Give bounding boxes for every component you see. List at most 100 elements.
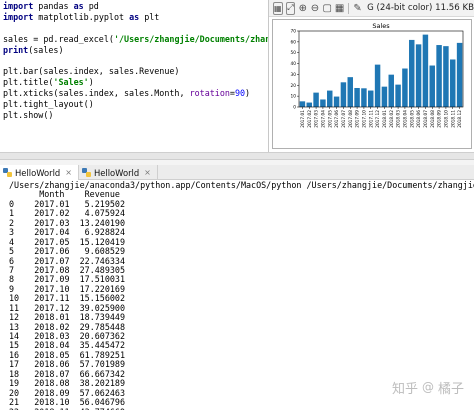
- bar-2018.07: [422, 34, 429, 107]
- watermark-author: 橘子: [437, 381, 464, 397]
- bar-2017.02: [306, 102, 312, 107]
- code-token: as: [129, 11, 140, 22]
- bar-2018.09: [436, 45, 442, 107]
- x-tick-label: 2018.12: [457, 110, 463, 128]
- bar-2018.03: [395, 84, 401, 107]
- code-token: import: [3, 11, 34, 22]
- checkerboard-icon[interactable]: ▦: [273, 1, 283, 15]
- bar-2018.11: [450, 59, 456, 107]
- tab-helloworld-1[interactable]: HelloWorld ×: [0, 165, 79, 180]
- row-gap: [70, 407, 80, 410]
- x-tick-label: 2017.03: [314, 110, 320, 128]
- viewer-toolbar: ▦ ⤢ ⊕ ⊖ ▢ ▦ ✎ G (24-bit color) 11.56 KB: [269, 0, 474, 17]
- chart-canvas: Sales 0 10 20 30 40 50 60 70 2017.01 2017.02 2017.0…: [272, 19, 472, 149]
- grid-icon[interactable]: ▦: [335, 2, 344, 15]
- fit-window-icon[interactable]: ⤢: [285, 1, 296, 15]
- y-tick-label: 30: [291, 72, 297, 78]
- code-line: plt.title('Sales'): [3, 77, 268, 88]
- x-tick-label: 2017.09: [355, 110, 361, 128]
- code-line: sales = pd.read_excel('/Users/zhangjie/D…: [3, 34, 268, 45]
- row-month: 2018.11: [34, 407, 69, 410]
- x-tick-label: 2017.05: [327, 110, 333, 128]
- bar-2018.12: [456, 42, 463, 107]
- bar-2017.01: [299, 101, 306, 107]
- bar-2018.06: [415, 44, 422, 107]
- bar-2017.08: [347, 77, 353, 107]
- code-line: plt.bar(sales.index, sales.Revenue): [3, 66, 268, 77]
- close-icon[interactable]: ×: [65, 168, 72, 177]
- tab-helloworld-2[interactable]: HelloWorld ×: [79, 165, 158, 180]
- x-tick-label: 2018.01: [382, 110, 388, 128]
- x-tick-label: 2017.11: [368, 110, 374, 128]
- bar-2018.02: [388, 74, 394, 107]
- y-tick-label: 70: [291, 29, 297, 35]
- tab-label: HelloWorld: [15, 167, 61, 178]
- code-token: '/Users/zhangjie/Documents/zhangjie/self…: [113, 33, 268, 44]
- x-tick-label: 2018.06: [416, 110, 422, 128]
- bar-2018.10: [443, 46, 449, 107]
- close-icon[interactable]: ×: [144, 168, 151, 177]
- y-tick-label: 60: [291, 39, 297, 45]
- sales-bar-chart: Sales0102030405060702017.01 2017.02 2017.0…: [291, 22, 464, 128]
- code-token: 90: [234, 88, 246, 99]
- zoom-out-icon[interactable]: ⊖: [310, 2, 319, 15]
- zoom-in-icon[interactable]: ⊕: [298, 2, 307, 15]
- bar-2018.01: [381, 86, 388, 107]
- row-gap: [19, 407, 34, 410]
- actual-size-icon[interactable]: ▢: [322, 2, 331, 15]
- bar-2018.04: [402, 68, 408, 107]
- tab-label: HelloWorld: [93, 167, 140, 178]
- code-token: as: [73, 1, 84, 11]
- code-token: plt: [139, 11, 160, 22]
- code-token: rotation: [189, 88, 230, 99]
- x-tick-label: 2018.05: [409, 110, 415, 128]
- x-tick-label: 2018.09: [437, 110, 443, 128]
- code-line: print(sales): [3, 45, 268, 56]
- code-token: import: [3, 1, 34, 11]
- bar-2017.06: [333, 96, 340, 107]
- chart-title: Sales: [372, 22, 390, 30]
- code-token: print: [3, 44, 29, 55]
- toolbar-separator: [348, 2, 350, 14]
- code-token: pd: [83, 1, 99, 11]
- y-tick-label: 0: [293, 105, 296, 111]
- bar-2017.03: [313, 92, 319, 107]
- y-tick-label: 50: [291, 50, 297, 56]
- x-tick-label: 2018.11: [450, 110, 456, 128]
- x-tick-label: 2018.07: [423, 110, 429, 128]
- x-tick-label: 2017.06: [334, 110, 340, 128]
- y-tick-label: 20: [291, 83, 297, 89]
- x-tick-label: 2018.10: [443, 110, 449, 128]
- x-tick-label: 2017.01: [300, 110, 306, 128]
- x-tick-label: 2017.10: [361, 110, 367, 128]
- bar-2017.11: [368, 90, 374, 107]
- code-token: ): [245, 88, 251, 99]
- watermark-at: @: [421, 380, 434, 394]
- bar-2017.10: [361, 88, 367, 107]
- bar-2017.05: [327, 90, 333, 107]
- bar-2017.09: [354, 87, 360, 107]
- console-tabs: HelloWorld × HelloWorld ×: [0, 165, 474, 180]
- bar-2017.04: [320, 99, 326, 107]
- code-token: plt.show(): [3, 109, 54, 120]
- x-tick-label: 2017.08: [348, 110, 354, 128]
- pane-splitter[interactable]: [0, 152, 474, 160]
- code-token: plt.tight_layout(): [3, 99, 94, 110]
- code-token: plt.xticks(sales.index, sales.Month,: [3, 88, 190, 99]
- x-tick-label: 2017.12: [375, 110, 381, 128]
- code-editor[interactable]: import pandas as pd import matplotlib.pyp…: [0, 0, 268, 152]
- watermark: 知乎 @ 橘子: [368, 372, 464, 402]
- row-index: 22: [9, 407, 19, 410]
- y-tick-label: 10: [291, 94, 297, 100]
- plot-viewer: ▦ ⤢ ⊕ ⊖ ▢ ▦ ✎ G (24-bit color) 11.56 KB …: [268, 0, 474, 152]
- python-icon: [81, 168, 91, 177]
- bar-2018.05: [409, 39, 415, 107]
- code-token: pandas: [33, 1, 74, 11]
- x-tick-label: 2018.03: [396, 110, 402, 128]
- color-picker-icon[interactable]: ✎: [353, 2, 362, 15]
- code-token: plt.title(: [3, 77, 54, 88]
- image-info: G (24-bit color) 11.56 KB: [367, 3, 474, 13]
- bar-2017.07: [340, 82, 347, 107]
- code-line: plt.tight_layout(): [3, 99, 268, 110]
